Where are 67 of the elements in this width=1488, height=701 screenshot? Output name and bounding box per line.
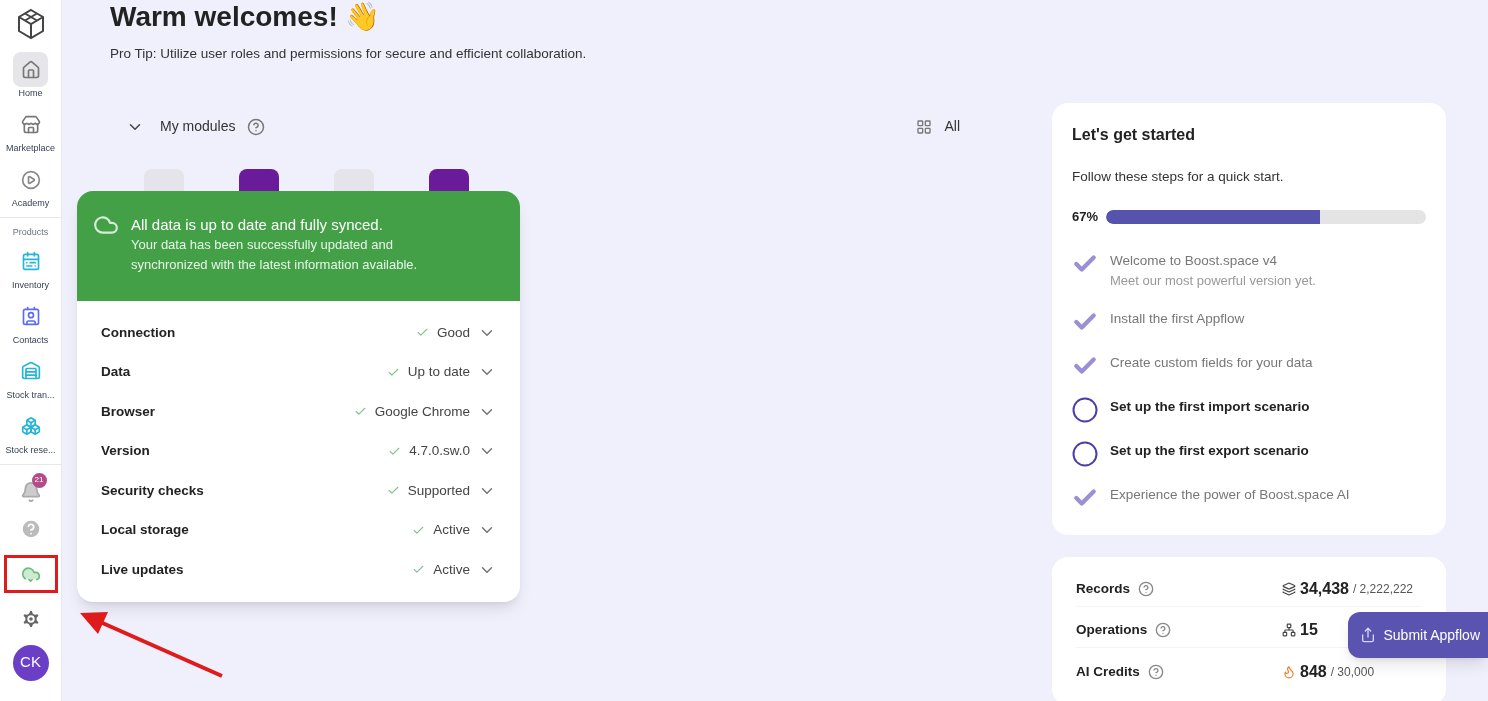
nav-item[interactable]: Stock rese...	[0, 408, 61, 456]
home-icon	[20, 59, 41, 80]
boxes-icon	[20, 416, 41, 436]
notification-count: 21	[31, 472, 47, 488]
nav-item[interactable]: Marketplace	[0, 107, 61, 154]
nodes-icon	[1282, 623, 1296, 638]
calendar-icon	[20, 251, 41, 271]
status-value: Up to date	[407, 363, 470, 382]
section-label: Products	[12, 226, 49, 239]
cube-logo-icon[interactable]	[15, 8, 46, 40]
status-label: Data	[101, 363, 132, 382]
section-title: My modules	[160, 117, 236, 137]
play-icon	[20, 169, 41, 190]
nav-item[interactable]: Contacts	[0, 298, 61, 346]
status-label: Live updates	[101, 560, 185, 579]
step-title[interactable]: Create custom fields for your data	[1110, 352, 1313, 373]
status-value: Active	[433, 560, 470, 579]
submit-appflow-button[interactable]: Submit Appflow	[1347, 612, 1488, 658]
status-label: Connection	[101, 323, 177, 342]
nav-item[interactable]: Inventory	[0, 243, 61, 291]
card-title: Let's get started	[1072, 125, 1196, 145]
usage-value: 15	[1300, 620, 1318, 641]
step-title[interactable]: Welcome to Boost.space v4	[1110, 250, 1316, 271]
status-label: Security checks	[101, 481, 205, 500]
nav-item[interactable]: Stock tran...	[0, 353, 61, 401]
nav-item[interactable]: Home	[0, 52, 61, 99]
filter-link[interactable]: All	[944, 116, 960, 138]
step-title[interactable]: Install the first Appflow	[1110, 308, 1245, 329]
status-message: Your data has been successfully updated and synchronized with the latest information available.	[131, 236, 419, 274]
share-icon	[1359, 627, 1376, 643]
layers-icon	[1282, 582, 1296, 597]
usage-label: AI Credits	[1076, 662, 1140, 681]
status-label: Version	[101, 442, 151, 461]
contact-card-icon	[20, 306, 41, 326]
store-icon	[20, 114, 41, 135]
notifications-icon[interactable]	[19, 480, 42, 503]
help-icon[interactable]	[1147, 663, 1164, 680]
status-value: Good	[436, 323, 470, 342]
step-title[interactable]: Set up the first export scenario	[1110, 440, 1309, 461]
page-title: Warm welcomes! 👋	[110, 0, 381, 34]
progress-percent: 67%	[1072, 208, 1099, 227]
usage-value: 34,438	[1300, 579, 1349, 600]
nav-item[interactable]: Academy	[0, 162, 61, 209]
user-avatar[interactable]: CK	[12, 644, 49, 681]
flame-icon	[1282, 664, 1296, 679]
usage-limit: / 2,222,222	[1352, 581, 1413, 599]
help-icon[interactable]	[247, 117, 266, 136]
card-subtitle: Follow these steps for a quick start.	[1072, 168, 1285, 186]
step-note: Meet our most powerful version yet.	[1110, 271, 1316, 290]
status-value: Active	[433, 521, 470, 540]
status-value: 4.7.0.sw.0	[409, 442, 470, 461]
grid-icon	[916, 118, 933, 135]
usage-label: Records	[1076, 580, 1131, 599]
warehouse-icon	[20, 361, 41, 381]
step-title[interactable]: Set up the first import scenario	[1110, 396, 1310, 417]
usage-limit: / 30,000	[1330, 663, 1375, 681]
status-title: All data is up to date and fully synced.	[131, 215, 384, 235]
status-value: Google Chrome	[374, 402, 470, 421]
step-title[interactable]: Experience the power of Boost.space AI	[1110, 484, 1350, 505]
usage-value: 848	[1300, 661, 1327, 682]
status-label: Local storage	[101, 521, 190, 540]
usage-label: Operations	[1076, 621, 1148, 640]
status-value: Supported	[407, 481, 470, 500]
pro-tip: Pro Tip: Utilize user roles and permissions for secure and efficient collaboration.	[110, 45, 588, 63]
status-label: Browser	[101, 402, 157, 421]
help-icon[interactable]	[1138, 581, 1155, 598]
help-icon[interactable]	[1155, 622, 1172, 639]
